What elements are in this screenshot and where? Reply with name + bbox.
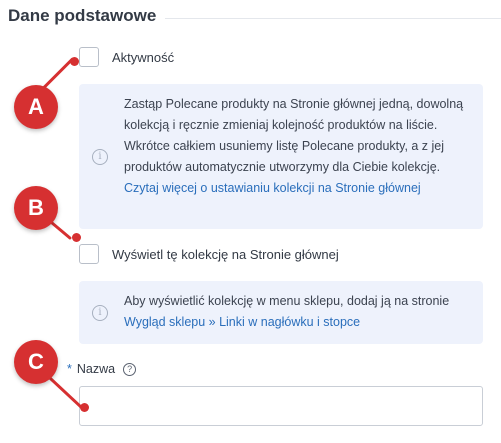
homepage-collection-help-link[interactable]: Czytaj więcej o ustawianiu kolekcji na S… — [124, 181, 421, 195]
info-icon: i — [92, 305, 108, 321]
collection-info-box: i Zastąp Polecane produkty na Stronie gł… — [79, 84, 483, 229]
homepage-checkbox-label[interactable]: Wyświetl tę kolekcję na Stronie głównej — [112, 247, 339, 262]
section-title: Dane podstawowe — [8, 6, 157, 25]
required-marker: * — [67, 362, 72, 376]
help-icon[interactable]: ? — [123, 362, 137, 376]
active-checkbox-row[interactable]: Aktywność — [79, 47, 174, 67]
active-checkbox[interactable] — [79, 47, 99, 67]
menu-info-text: Aby wyświetlić kolekcję w menu sklepu, d… — [124, 291, 471, 333]
callout-c-dot — [80, 403, 89, 412]
collection-info-message: Zastąp Polecane produkty na Stronie głów… — [124, 97, 464, 174]
annotation-badge-c: C — [14, 340, 58, 384]
collection-info-text: Zastąp Polecane produkty na Stronie głów… — [124, 94, 471, 199]
callout-a-dot — [70, 57, 79, 66]
active-checkbox-label[interactable]: Aktywność — [112, 50, 174, 65]
name-input[interactable] — [79, 386, 483, 426]
homepage-checkbox-row[interactable]: Wyświetl tę kolekcję na Stronie głównej — [79, 244, 339, 264]
name-field-label: * Nazwa ? — [67, 362, 137, 376]
homepage-checkbox[interactable] — [79, 244, 99, 264]
info-icon: i — [92, 149, 108, 165]
annotation-badge-b: B — [14, 186, 58, 230]
annotation-badge-a: A — [14, 85, 58, 129]
menu-info-message: Aby wyświetlić kolekcję w menu sklepu, d… — [124, 294, 450, 308]
menu-info-box: i Aby wyświetlić kolekcję w menu sklepu,… — [79, 281, 483, 344]
header-footer-links-link[interactable]: Wygląd sklepu » Linki w nagłówku i stopc… — [124, 315, 360, 329]
section-divider — [165, 18, 501, 19]
callout-b-dot — [72, 233, 81, 242]
name-label-text: Nazwa — [76, 362, 116, 376]
